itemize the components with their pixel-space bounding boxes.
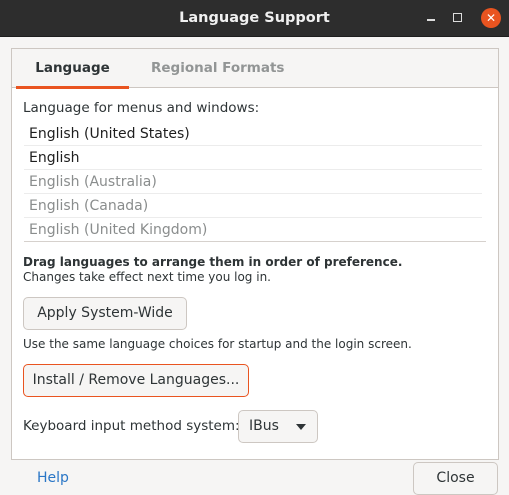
tab-language[interactable]: Language [16,49,129,89]
maximize-icon [453,13,462,22]
maximize-button[interactable] [448,8,468,28]
tab-bar: Language Regional Formats [12,49,498,89]
tab-regional-formats[interactable]: Regional Formats [151,49,284,88]
language-item[interactable]: English (Australia) [24,170,482,194]
language-list-heading: Language for menus and windows: [23,100,260,116]
install-remove-languages-button[interactable]: Install / Remove Languages... [23,364,249,397]
close-icon: ✕ [485,11,497,25]
apply-system-wide-button[interactable]: Apply System-Wide [23,297,187,330]
title-bar: Language Support ✕ [0,0,509,37]
keyboard-input-label: Keyboard input method system: [23,418,240,434]
close-button[interactable]: Close [413,462,498,495]
minimize-button[interactable] [421,8,441,28]
language-item[interactable]: English [24,146,482,170]
close-window-button[interactable]: ✕ [481,8,501,28]
drag-hint: Drag languages to arrange them in order … [23,255,403,269]
help-link[interactable]: Help [37,470,69,486]
minimize-icon [427,19,435,21]
chevron-down-icon [296,424,306,430]
language-list[interactable]: English (United States) English English … [24,122,486,242]
keyboard-input-method-value: IBus [249,418,279,434]
apply-hint: Use the same language choices for startu… [23,337,412,351]
language-notebook: Language Regional Formats Language for m… [11,48,499,460]
list-divider [24,241,486,242]
changes-hint: Changes take effect next time you log in… [23,270,271,284]
keyboard-input-method-select[interactable]: IBus [238,410,318,443]
language-item[interactable]: English (United Kingdom) [24,218,482,242]
language-item[interactable]: English (Canada) [24,194,482,218]
language-item[interactable]: English (United States) [24,122,482,146]
